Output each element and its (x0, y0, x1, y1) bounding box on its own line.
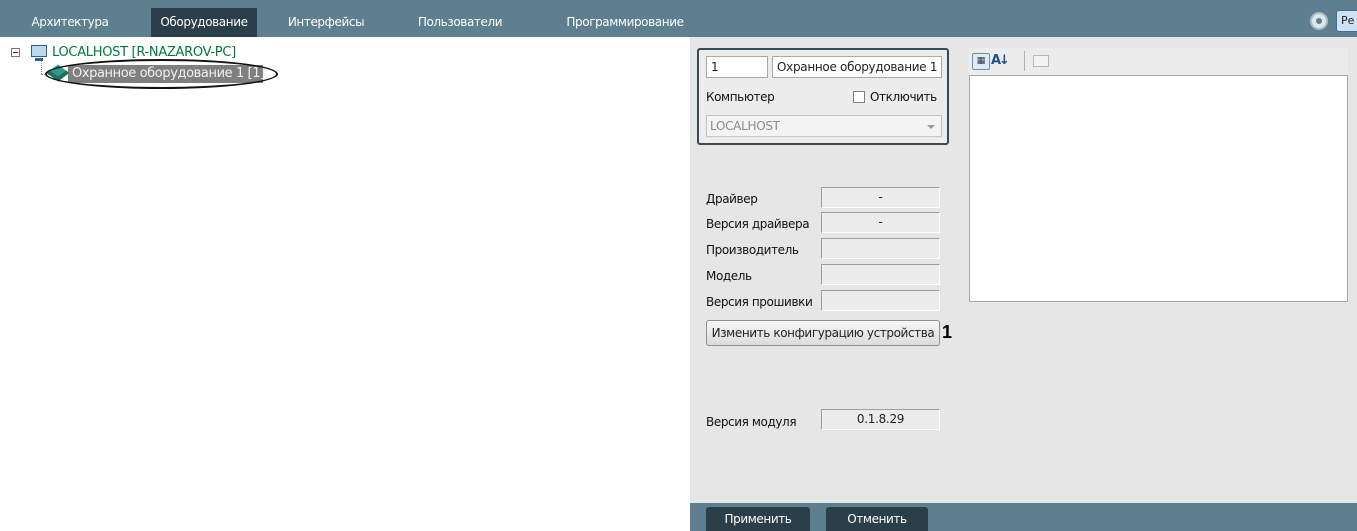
object-id-field[interactable]: 1 (706, 56, 768, 78)
computer-select[interactable]: LOCALHOST (706, 115, 942, 137)
change-configuration-button[interactable]: Изменить конфигурацию устройства (706, 320, 940, 346)
tab-users[interactable]: Пользователи (408, 8, 512, 37)
toolbar-divider (1024, 51, 1025, 71)
driver-field: - (821, 187, 940, 208)
tree-root-label: LOCALHOST [R-NAZAROV-PC] (52, 45, 236, 60)
manufacturer-label: Производитель (706, 243, 799, 257)
tree-connector (41, 61, 42, 74)
cancel-button[interactable]: Отменить (826, 507, 928, 531)
tab-architecture[interactable]: Архитектура (16, 8, 124, 37)
object-name-field[interactable]: Охранное оборудование 1 (772, 56, 942, 78)
apply-button[interactable]: Применить (706, 507, 810, 531)
settings-gear-icon[interactable] (1310, 12, 1328, 30)
computer-select-value: LOCALHOST (710, 119, 780, 133)
model-label: Модель (706, 269, 752, 283)
disable-checkbox[interactable] (853, 91, 865, 103)
callout-marker: 1 (942, 322, 953, 342)
firmware-version-label: Версия прошивки (706, 295, 813, 309)
firmware-version-field (821, 290, 940, 311)
highlight-ellipse (45, 59, 278, 89)
module-version-field: 0.1.8.29 (821, 409, 940, 430)
tab-equipment[interactable]: Оборудование (151, 8, 257, 37)
computer-label: Компьютер (706, 90, 775, 104)
driver-version-label: Версия драйвера (706, 217, 810, 231)
property-pages-icon[interactable] (1033, 55, 1049, 67)
driver-label: Драйвер (706, 192, 758, 206)
model-field (821, 264, 940, 285)
categorized-icon[interactable]: ▦ (972, 53, 990, 70)
tab-interfaces[interactable]: Интерфейсы (277, 8, 375, 37)
corner-button[interactable]: Ре (1336, 10, 1357, 32)
tab-programming[interactable]: Программирование (552, 8, 698, 37)
disable-label[interactable]: Отключить (870, 90, 937, 104)
module-version-label: Версия модуля (706, 415, 797, 429)
computer-icon (31, 45, 47, 61)
property-grid-toolbar (969, 48, 1348, 75)
sort-az-icon[interactable]: A↓ (991, 53, 1010, 68)
driver-version-field: - (821, 212, 940, 233)
collapse-icon[interactable] (11, 48, 20, 57)
manufacturer-field (821, 238, 940, 259)
property-grid[interactable] (969, 75, 1348, 302)
chevron-down-icon (927, 125, 935, 129)
